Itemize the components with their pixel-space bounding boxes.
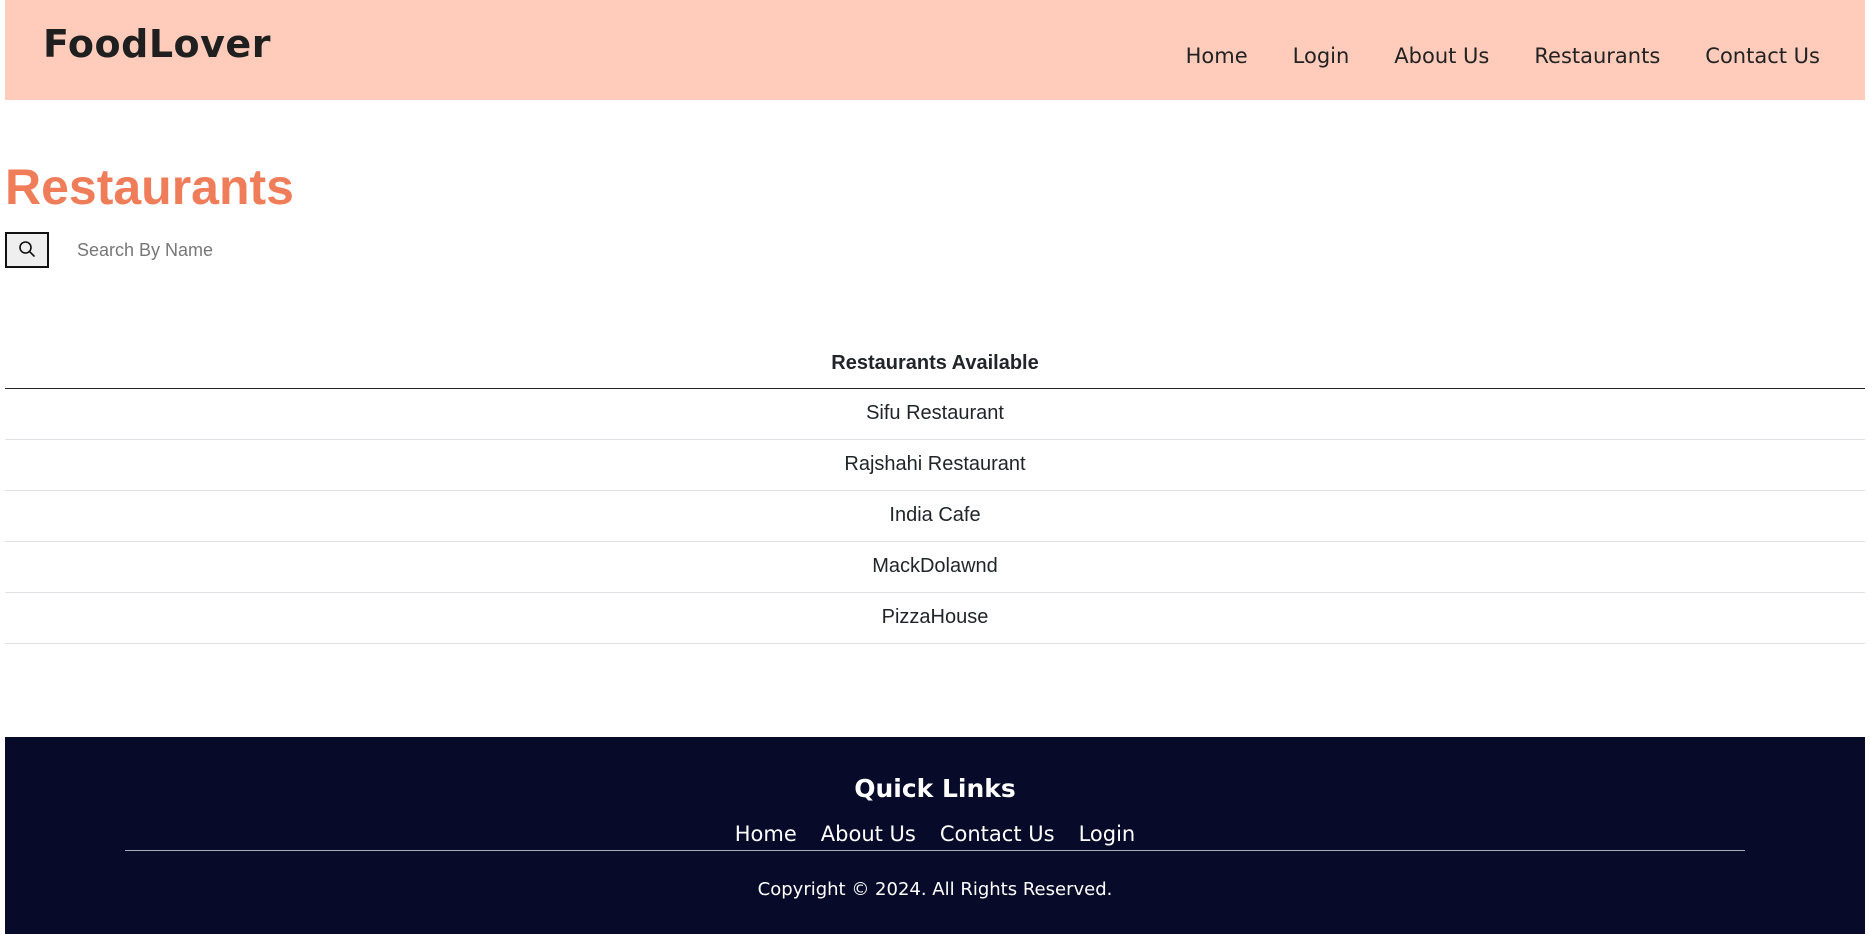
footer-divider [125,850,1745,851]
nav-about-us[interactable]: About Us [1394,44,1489,68]
table-row: MackDolawnd [5,541,1865,593]
main-nav: Home Login About Us Restaurants Contact … [1141,44,1820,68]
footer-link-about-us[interactable]: About Us [821,822,916,846]
page: FoodLover Home Login About Us Restaurant… [5,0,1865,934]
table-row: India Cafe [5,490,1865,542]
footer-link-login[interactable]: Login [1079,822,1136,846]
restaurant-name: Sifu Restaurant [5,388,1865,440]
site-header: FoodLover Home Login About Us Restaurant… [5,0,1865,100]
nav-home[interactable]: Home [1186,44,1248,68]
nav-contact-us[interactable]: Contact Us [1705,44,1820,68]
table-row: PizzaHouse [5,592,1865,644]
site-footer: Quick Links Home About Us Contact Us Log… [5,737,1865,934]
brand-logo[interactable]: FoodLover [43,22,271,66]
table-header-row: Restaurants Available [5,340,1865,389]
restaurant-name: PizzaHouse [5,592,1865,644]
nav-login[interactable]: Login [1293,44,1350,68]
page-title: Restaurants [5,159,294,215]
footer-links: Home About Us Contact Us Login [5,822,1865,846]
search-icon [18,240,36,261]
footer-link-contact-us[interactable]: Contact Us [940,822,1055,846]
table-header-restaurants-available: Restaurants Available [5,340,1865,389]
restaurant-name: MackDolawnd [5,541,1865,593]
search-input[interactable] [69,233,449,267]
restaurant-name: Rajshahi Restaurant [5,439,1865,491]
table-row: Rajshahi Restaurant [5,439,1865,491]
nav-restaurants[interactable]: Restaurants [1534,44,1660,68]
footer-link-home[interactable]: Home [735,822,797,846]
table-row: Sifu Restaurant [5,388,1865,440]
footer-title: Quick Links [854,774,1016,803]
restaurants-table-container: Restaurants Available Sifu Restaurant Ra… [5,340,1865,644]
restaurants-table: Restaurants Available Sifu Restaurant Ra… [5,340,1865,644]
search-button[interactable] [5,232,49,268]
copyright-text: Copyright © 2024. All Rights Reserved. [757,879,1113,900]
restaurant-name: India Cafe [5,490,1865,542]
search-bar [5,232,449,268]
